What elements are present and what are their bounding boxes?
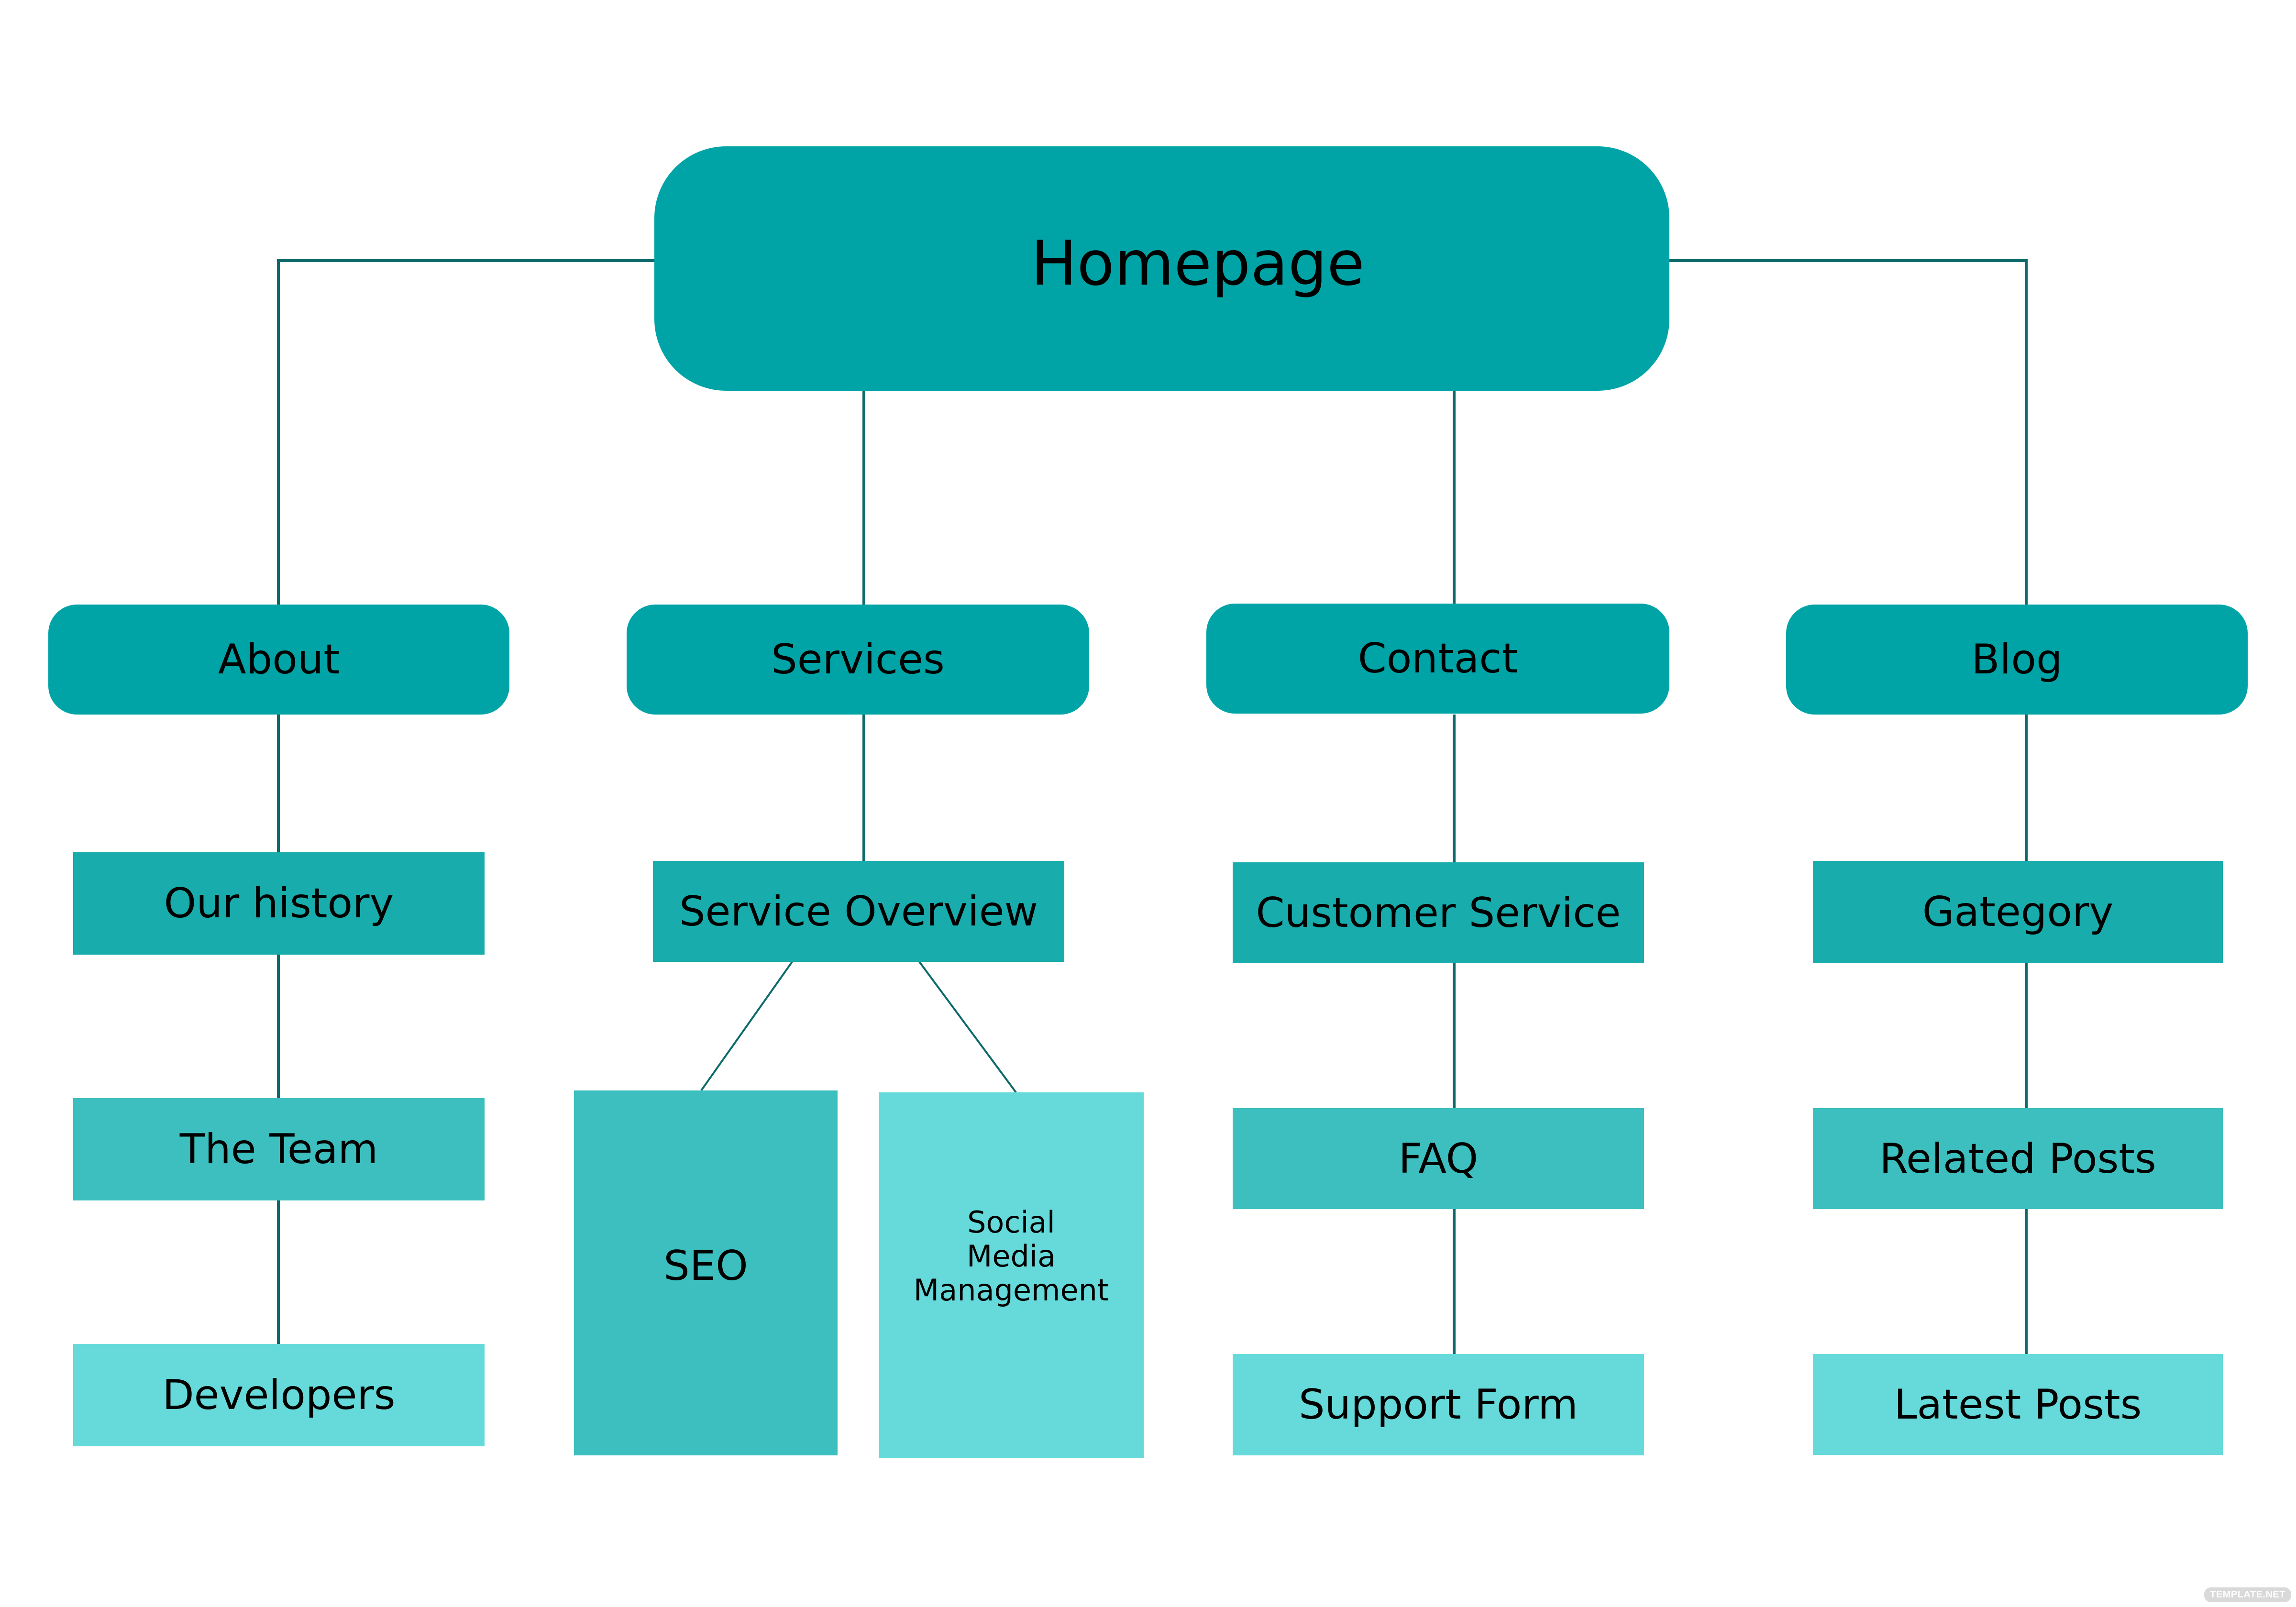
node-support-form[interactable]: Support Form xyxy=(1233,1354,1644,1455)
node-the-team-label: The Team xyxy=(179,1125,378,1173)
node-developers-label: Developers xyxy=(162,1371,396,1419)
node-customer-service-label: Customer Service xyxy=(1256,889,1621,937)
node-seo-label: SEO xyxy=(663,1242,748,1290)
node-latest-posts-label: Latest Posts xyxy=(1894,1380,2142,1429)
node-customer-service[interactable]: Customer Service xyxy=(1233,862,1644,963)
node-category-label: Gategory xyxy=(1922,888,2114,936)
node-the-team[interactable]: The Team xyxy=(73,1098,485,1200)
node-homepage-label: Homepage xyxy=(1031,228,1365,299)
node-contact[interactable]: Contact xyxy=(1206,604,1669,714)
node-category[interactable]: Gategory xyxy=(1813,861,2223,963)
connector-overview-social xyxy=(918,961,1017,1093)
node-latest-posts[interactable]: Latest Posts xyxy=(1813,1354,2223,1455)
node-our-history[interactable]: Our history xyxy=(73,852,485,955)
node-our-history-label: Our history xyxy=(164,880,394,927)
node-faq-label: FAQ xyxy=(1398,1134,1479,1183)
node-homepage[interactable]: Homepage xyxy=(654,146,1669,391)
connector-overview-seo xyxy=(700,961,793,1091)
node-service-overview[interactable]: Service Overview xyxy=(653,861,1064,962)
node-services[interactable]: Services xyxy=(627,605,1089,715)
node-developers[interactable]: Developers xyxy=(73,1344,485,1446)
node-services-label: Services xyxy=(771,636,945,683)
node-blog-label: Blog xyxy=(1971,636,2063,683)
node-social-media-management-label: Social Media Management xyxy=(913,1204,1109,1308)
node-about[interactable]: About xyxy=(48,605,509,715)
watermark-badge: TEMPLATE.NET xyxy=(2204,1587,2291,1602)
node-blog[interactable]: Blog xyxy=(1786,605,2248,715)
node-service-overview-label: Service Overview xyxy=(679,887,1038,936)
node-about-label: About xyxy=(218,636,340,683)
connector-root-about xyxy=(277,259,654,605)
connector-root-blog xyxy=(1669,259,2028,605)
node-support-form-label: Support Form xyxy=(1299,1381,1578,1429)
node-contact-label: Contact xyxy=(1358,635,1518,682)
node-related-posts[interactable]: Related Posts xyxy=(1813,1108,2223,1209)
node-faq[interactable]: FAQ xyxy=(1233,1108,1644,1209)
node-related-posts-label: Related Posts xyxy=(1879,1134,2156,1183)
node-seo[interactable]: SEO xyxy=(574,1090,838,1455)
node-social-media-management[interactable]: Social Media Management xyxy=(879,1092,1144,1458)
